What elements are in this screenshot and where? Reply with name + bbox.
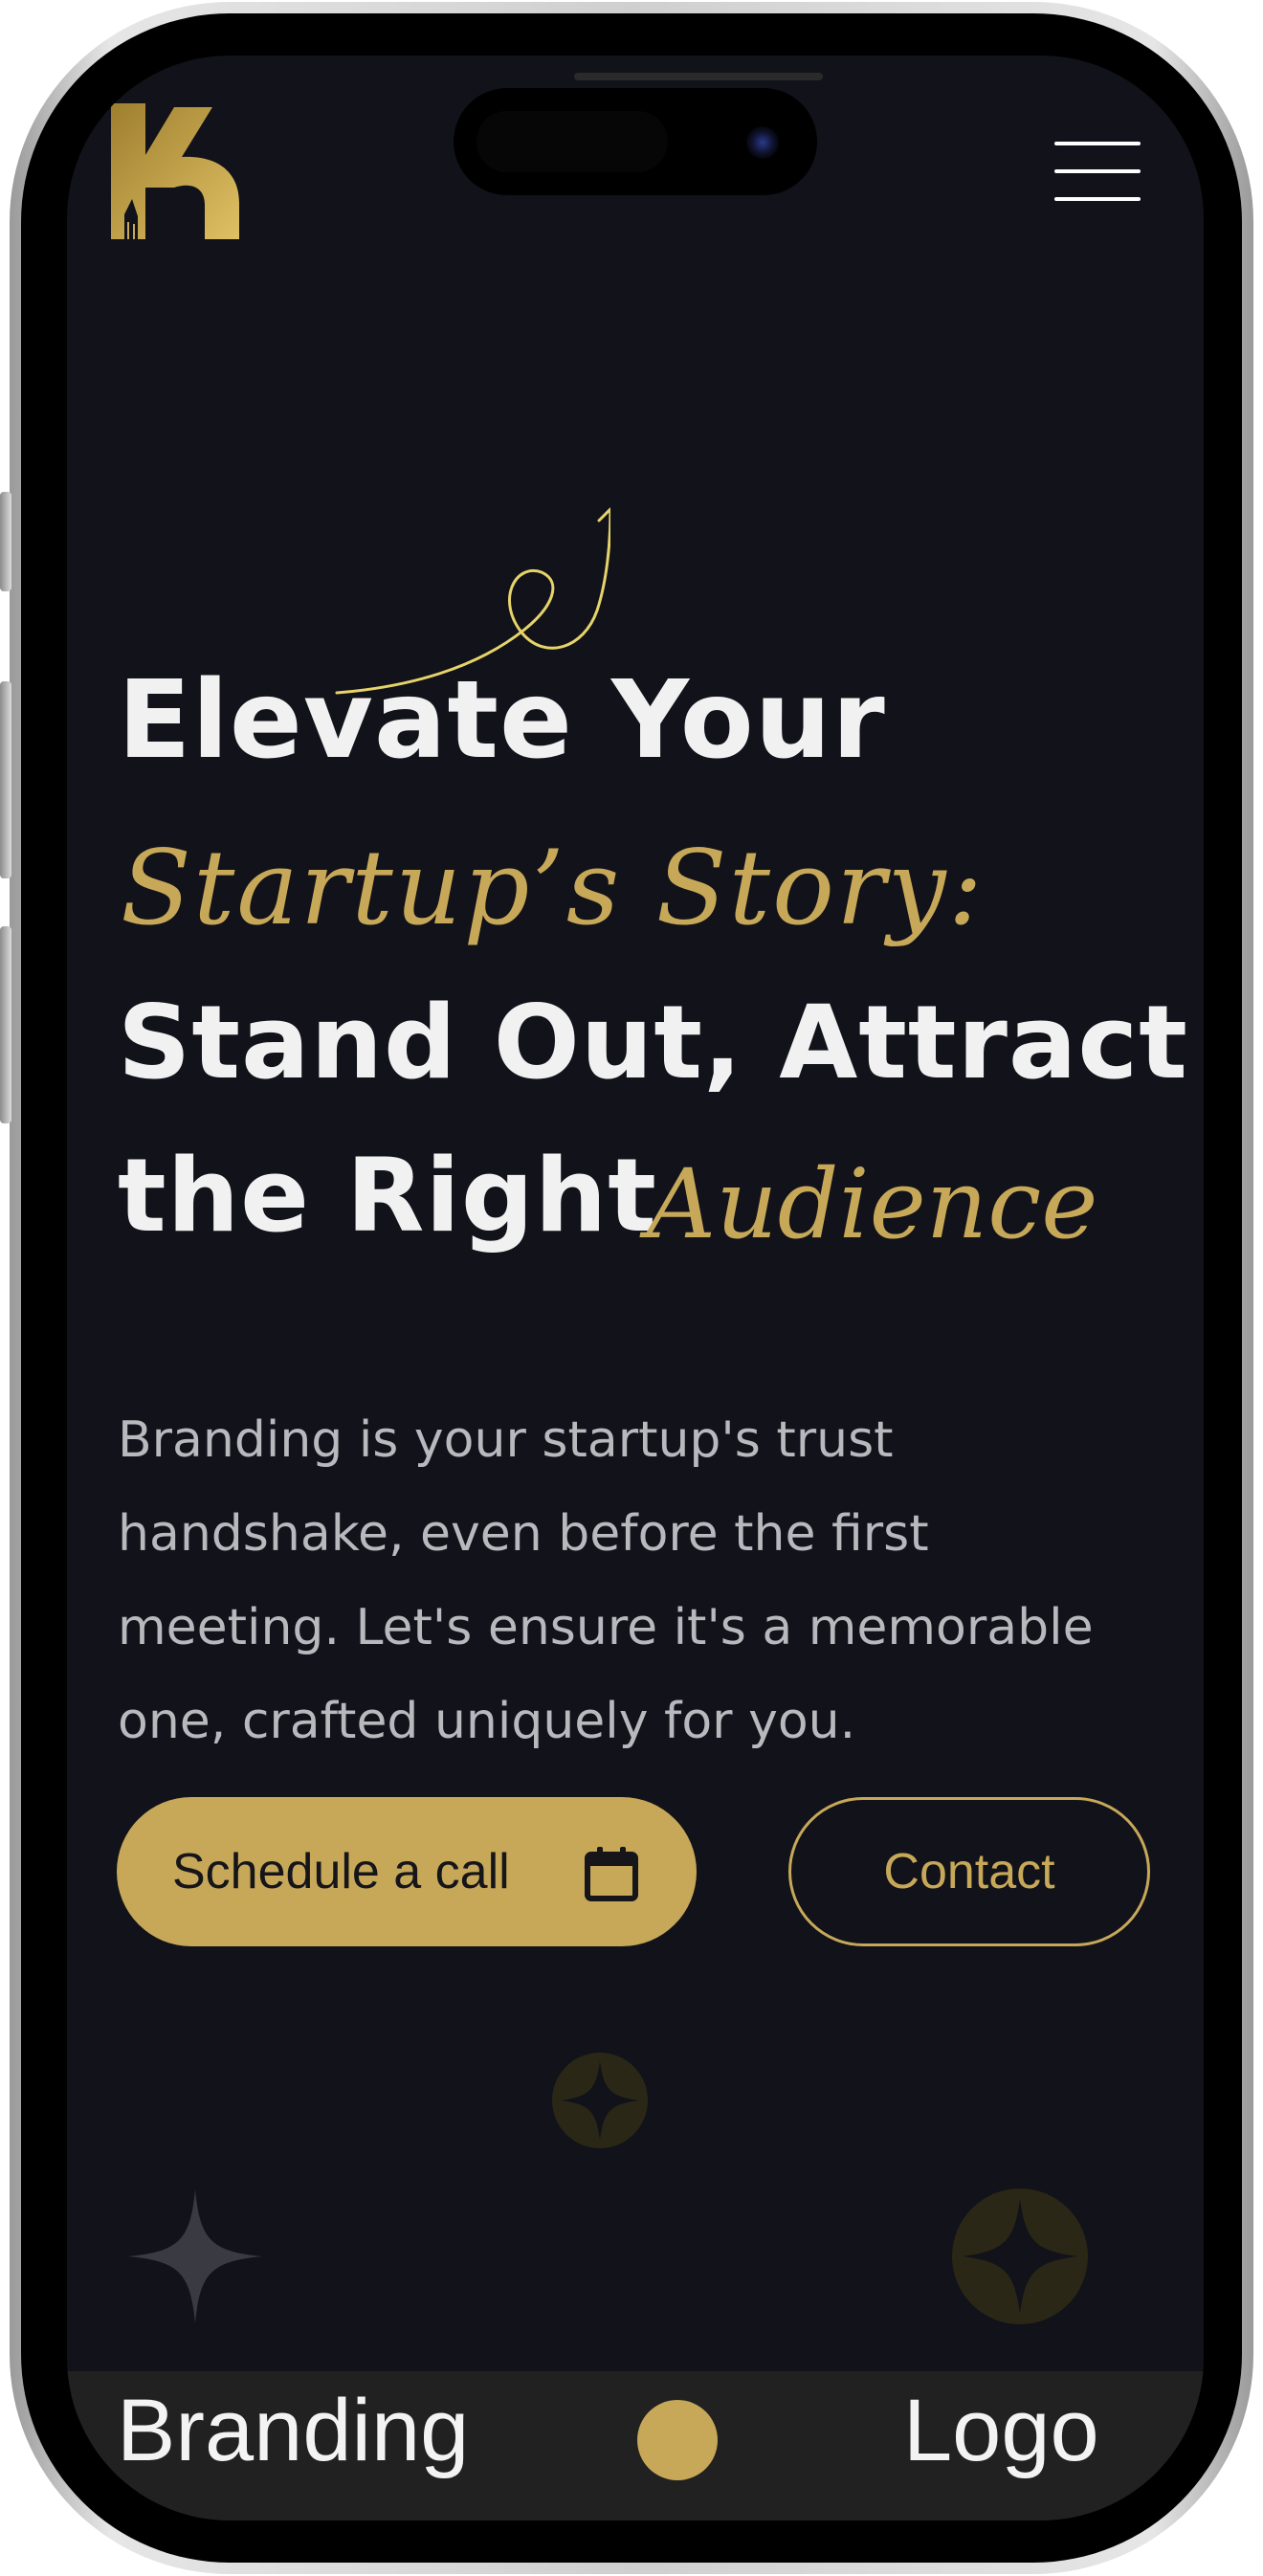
- hero-script-audience: Audience: [647, 1148, 1098, 1260]
- strip-separator-dot: [637, 2400, 718, 2480]
- volume-up-button: [0, 681, 11, 878]
- speaker-grille: [574, 73, 823, 80]
- hero-script-startup-story: Startup’s Story:: [121, 829, 986, 948]
- hamburger-icon-bar: [1054, 197, 1141, 201]
- hero-heading-line-1: Elevate Your: [118, 658, 886, 783]
- screen: Elevate Your Startup’s Story: Stand Out,…: [67, 56, 1204, 2520]
- front-camera: [746, 126, 779, 159]
- hamburger-icon: [1054, 142, 1141, 145]
- menu-button[interactable]: [1054, 142, 1141, 201]
- sparkle-star-icon: [128, 2189, 262, 2323]
- services-strip: Branding Logo: [67, 2371, 1204, 2520]
- dynamic-island: [454, 88, 817, 195]
- face-id-sensor: [476, 111, 668, 172]
- contact-button[interactable]: Contact: [788, 1797, 1150, 1946]
- hero-heading-line-3: the Right: [118, 1137, 657, 1255]
- hamburger-icon-bar: [1054, 169, 1141, 173]
- sparkle-badge-icon: [552, 2053, 648, 2148]
- hero-heading-line-2: Stand Out, Attract: [118, 984, 1188, 1101]
- k-logo-icon[interactable]: [107, 100, 241, 243]
- schedule-call-button[interactable]: Schedule a call: [117, 1797, 697, 1946]
- sparkle-badge-icon: [952, 2188, 1088, 2324]
- hero-description: Branding is your startup's trust handsha…: [118, 1411, 1094, 1750]
- strip-item-branding: Branding: [117, 2382, 470, 2479]
- action-button: [0, 492, 11, 591]
- volume-down-button: [0, 926, 11, 1123]
- strip-item-logo: Logo: [903, 2382, 1099, 2479]
- contact-label: Contact: [883, 1844, 1055, 1899]
- schedule-call-label: Schedule a call: [172, 1844, 510, 1899]
- calendar-icon: [585, 1847, 638, 1901]
